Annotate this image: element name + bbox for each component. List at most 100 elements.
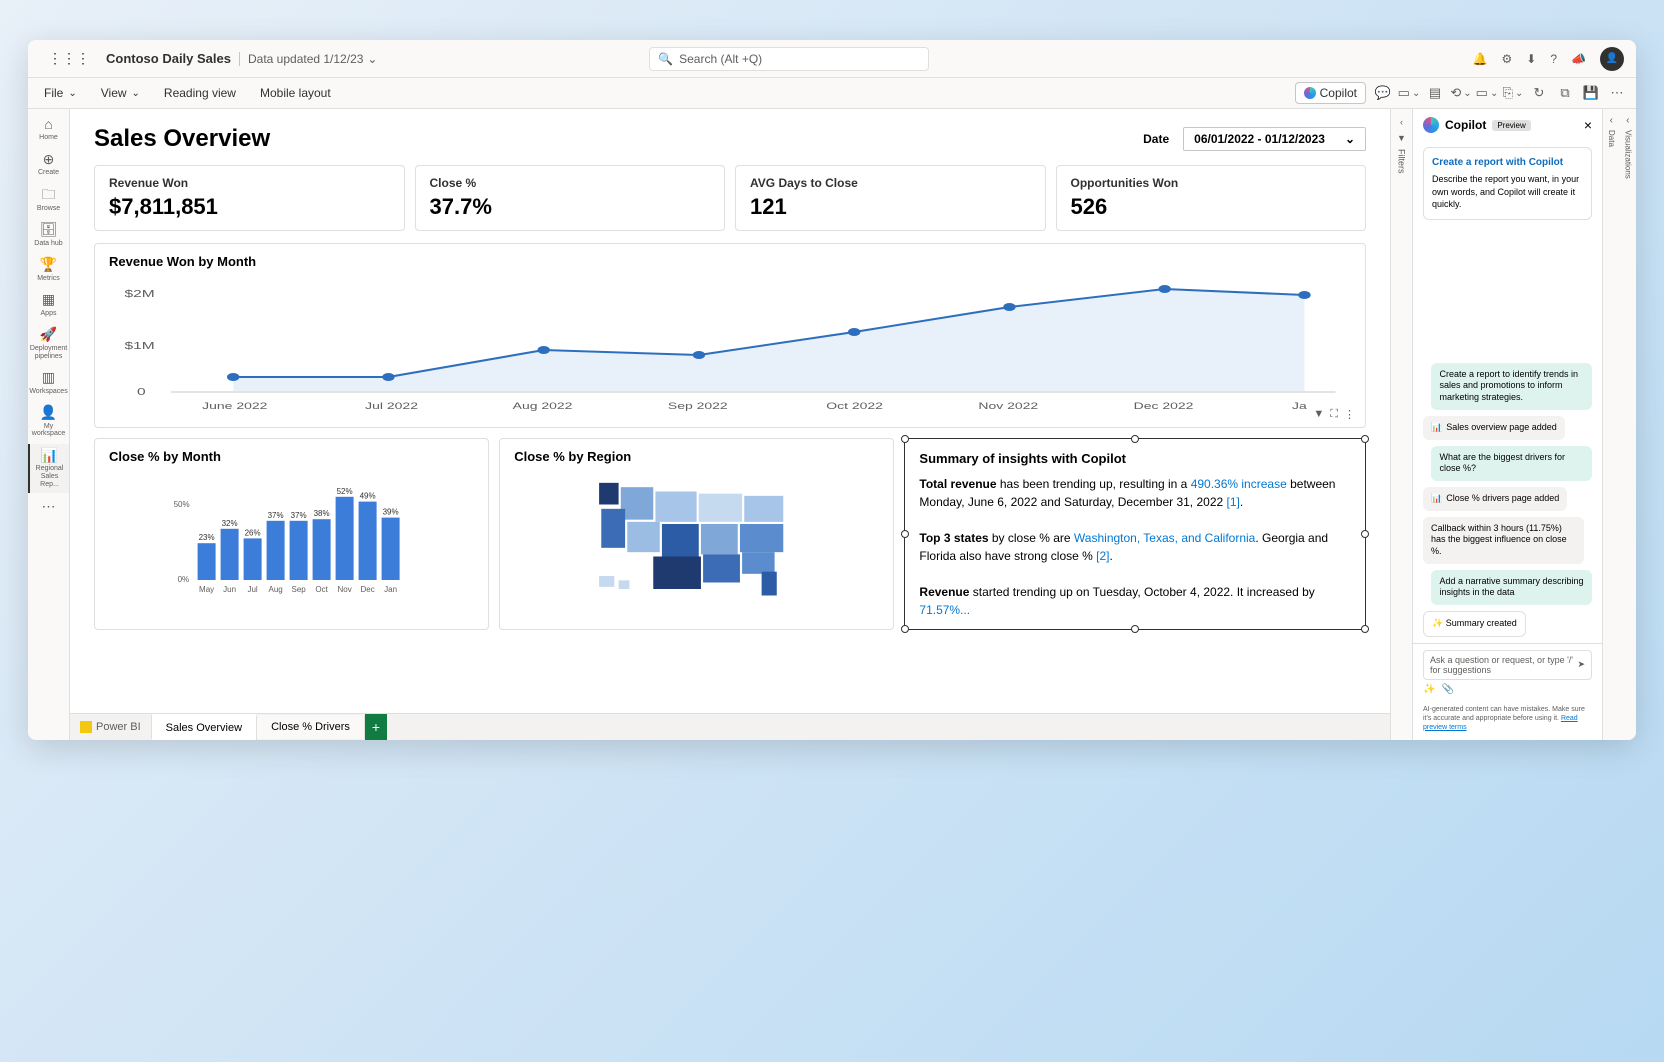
sparkle-icon[interactable]: ✨ xyxy=(1423,684,1435,695)
feedback-icon[interactable]: 📣 xyxy=(1571,52,1586,66)
chart-revenue-by-month[interactable]: Revenue Won by Month $2M $1M 0 xyxy=(94,243,1366,428)
copilot-create-card[interactable]: Create a report with Copilot Describe th… xyxy=(1423,147,1592,220)
svg-text:52%: 52% xyxy=(337,487,353,496)
nav-create[interactable]: ⊕Create xyxy=(28,148,69,181)
tab-sales-overview[interactable]: Sales Overview xyxy=(152,714,257,740)
chart-close-by-month[interactable]: Close % by Month 50% 0% 23%May32%Jun26%J… xyxy=(94,438,489,630)
focus-icon[interactable]: ⛶ xyxy=(1330,408,1338,421)
search-input[interactable]: 🔍 Search (Alt +Q) xyxy=(649,47,929,71)
view-icon[interactable]: ▤ xyxy=(1426,84,1444,102)
svg-text:0%: 0% xyxy=(178,575,190,584)
data-rail[interactable]: ‹ Data xyxy=(1603,109,1620,740)
send-icon[interactable]: ➤ xyxy=(1577,659,1585,670)
notifications-icon[interactable]: 🔔 xyxy=(1473,52,1488,66)
settings-icon[interactable]: ⚙ xyxy=(1502,52,1513,66)
filters-rail[interactable]: ‹ ▼ Filters xyxy=(1390,109,1412,740)
date-label: Date xyxy=(1143,132,1169,146)
svg-text:Jul 2022: Jul 2022 xyxy=(365,401,418,411)
attach-icon[interactable]: 📎 xyxy=(1441,684,1453,695)
chevron-left-icon[interactable]: ‹ xyxy=(1400,117,1403,127)
rocket-icon: 🚀 xyxy=(40,327,57,342)
powerbi-badge: Power BI xyxy=(70,715,152,739)
copilot-title: Copilot xyxy=(1445,118,1486,132)
comment-icon[interactable]: 💬 xyxy=(1374,84,1392,102)
more-icon[interactable]: ⋮ xyxy=(1344,408,1355,421)
apps-icon: ▦ xyxy=(42,292,55,307)
insights-title: Summary of insights with Copilot xyxy=(919,449,1351,469)
copilot-msg-summary: ✨ Summary created xyxy=(1423,611,1526,637)
export-icon[interactable]: ⎘ xyxy=(1504,84,1522,102)
view-menu[interactable]: View xyxy=(95,82,146,104)
kpi-close-pct[interactable]: Close % 37.7% xyxy=(415,165,726,231)
sync-icon[interactable]: ⟲ xyxy=(1452,84,1470,102)
svg-text:0: 0 xyxy=(137,386,146,397)
data-hub-icon: 🗄 xyxy=(40,222,58,237)
svg-text:26%: 26% xyxy=(245,528,261,537)
mobile-layout-button[interactable]: Mobile layout xyxy=(254,82,337,104)
kpi-opps-won[interactable]: Opportunities Won 526 xyxy=(1056,165,1367,231)
svg-text:May: May xyxy=(199,585,214,594)
bookmark-icon[interactable]: ▭ xyxy=(1400,84,1418,102)
svg-text:Aug: Aug xyxy=(268,585,282,594)
chart-close-by-region[interactable]: Close % by Region xyxy=(499,438,894,630)
visualizations-rail[interactable]: ‹ Visualizations xyxy=(1620,109,1637,740)
nav-workspaces[interactable]: ▥Workspaces xyxy=(28,366,69,399)
nav-metrics[interactable]: 🏆Metrics xyxy=(28,253,69,286)
copilot-msg-bot-2: 📊Close % drivers page added xyxy=(1423,487,1567,511)
more-icon: ⋯ xyxy=(42,499,56,514)
close-icon[interactable]: × xyxy=(1584,117,1592,133)
avatar[interactable]: 👤 xyxy=(1600,47,1624,71)
svg-text:$2M: $2M xyxy=(125,288,155,299)
left-nav: ⌂Home ⊕Create 🗀Browse 🗄Data hub 🏆Metrics… xyxy=(28,109,70,740)
copilot-input[interactable]: Ask a question or request, or type '/' f… xyxy=(1423,650,1592,680)
nav-my-workspace[interactable]: 👤My workspace xyxy=(28,401,69,442)
add-tab-button[interactable]: + xyxy=(365,714,387,740)
copilot-msg-user-1: Create a report to identify trends in sa… xyxy=(1431,363,1592,410)
nav-browse[interactable]: 🗀Browse xyxy=(28,183,69,216)
nav-more[interactable]: ⋯ xyxy=(28,495,69,520)
copy-icon[interactable]: ⧉ xyxy=(1556,84,1574,102)
svg-text:Dec: Dec xyxy=(360,585,374,594)
svg-text:50%: 50% xyxy=(174,500,190,509)
nav-home[interactable]: ⌂Home xyxy=(28,113,69,146)
more-icon[interactable]: ⋯ xyxy=(1608,84,1626,102)
data-updated-label[interactable]: Data updated 1/12/23 ⌄ xyxy=(248,52,378,66)
kpi-avg-days[interactable]: AVG Days to Close 121 xyxy=(735,165,1046,231)
avatar-icon: 👤 xyxy=(40,405,57,420)
date-range-select[interactable]: 06/01/2022 - 01/12/2023 ⌄ xyxy=(1183,127,1366,151)
preview-badge: Preview xyxy=(1492,120,1530,131)
chevron-down-icon: ⌄ xyxy=(1345,132,1355,146)
svg-text:39%: 39% xyxy=(383,508,399,517)
file-menu[interactable]: File xyxy=(38,82,83,104)
save-icon[interactable]: 💾 xyxy=(1582,84,1600,102)
reading-view-button[interactable]: Reading view xyxy=(158,82,242,104)
chevron-left-icon[interactable]: ‹ xyxy=(1626,115,1629,126)
svg-text:Jun: Jun xyxy=(223,585,236,594)
insights-panel[interactable]: Summary of insights with Copilot Total r… xyxy=(904,438,1366,630)
svg-text:Aug 2022: Aug 2022 xyxy=(513,401,573,411)
nav-pipelines[interactable]: 🚀Deployment pipelines xyxy=(28,323,69,364)
app-launcher-icon[interactable]: ⋮⋮⋮ xyxy=(40,46,98,71)
insight-2: Top 3 states by close % are Washington, … xyxy=(919,529,1351,565)
svg-text:38%: 38% xyxy=(314,509,330,518)
help-icon[interactable]: ? xyxy=(1550,52,1557,66)
svg-text:Jan: Jan xyxy=(384,585,397,594)
kpi-revenue-won[interactable]: Revenue Won $7,811,851 xyxy=(94,165,405,231)
present-icon[interactable]: ▭ xyxy=(1478,84,1496,102)
nav-data-hub[interactable]: 🗄Data hub xyxy=(28,218,69,251)
search-icon: 🔍 xyxy=(658,52,673,66)
copilot-button[interactable]: Copilot xyxy=(1295,82,1366,104)
insight-1: Total revenue has been trending up, resu… xyxy=(919,475,1351,511)
filter-icon: ▼ xyxy=(1397,133,1406,143)
copilot-msg-bot-1: 📊Sales overview page added xyxy=(1423,416,1565,440)
nav-apps[interactable]: ▦Apps xyxy=(28,288,69,321)
refresh-icon[interactable]: ↻ xyxy=(1530,84,1548,102)
download-icon[interactable]: ⬇ xyxy=(1526,52,1536,66)
copilot-msg-user-3: Add a narrative summary describing insig… xyxy=(1431,570,1592,605)
svg-text:Dec 2022: Dec 2022 xyxy=(1134,401,1194,411)
svg-text:Jul: Jul xyxy=(247,585,257,594)
chevron-left-icon[interactable]: ‹ xyxy=(1610,115,1613,126)
tab-close-drivers[interactable]: Close % Drivers xyxy=(257,715,365,739)
filter-icon[interactable]: ▼ xyxy=(1313,408,1324,421)
nav-regional-sales[interactable]: 📊Regional Sales Rep... xyxy=(28,444,69,492)
